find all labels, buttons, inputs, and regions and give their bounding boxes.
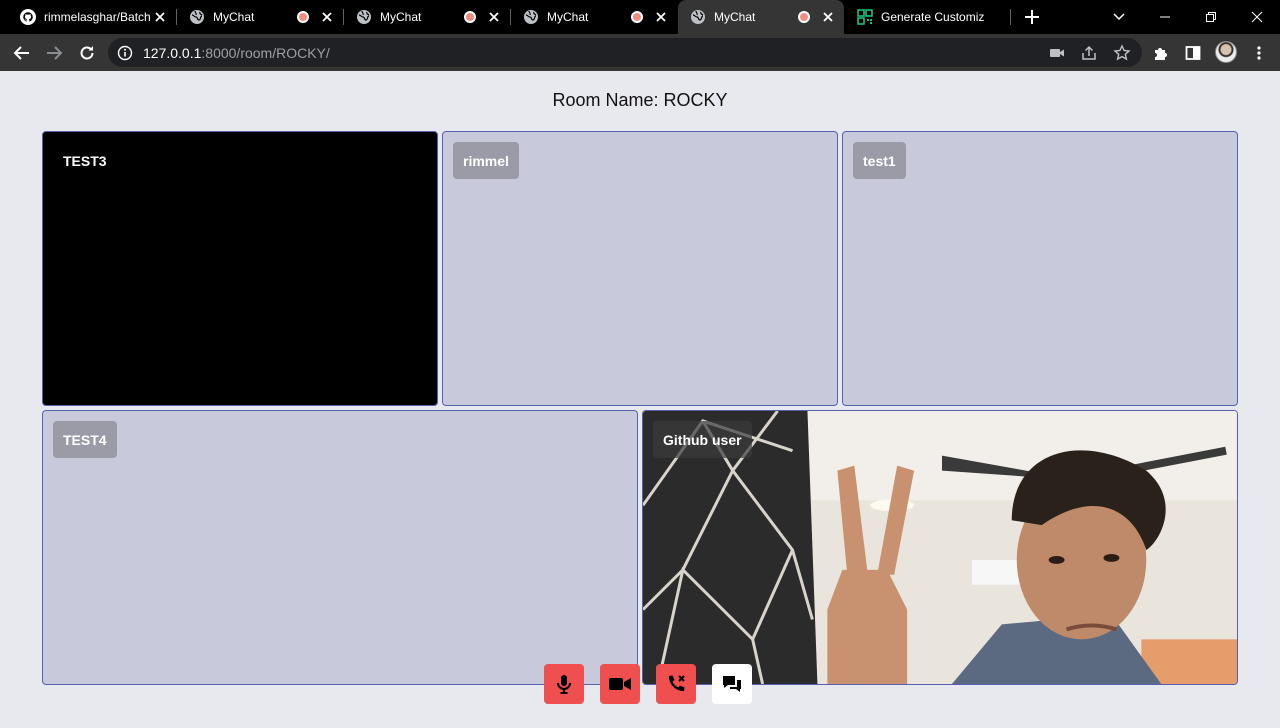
browser-tab-mychat-2[interactable]: MyChat [344,0,510,34]
close-tab-icon[interactable] [653,9,669,25]
recording-indicator-icon [798,11,810,23]
close-icon [1251,11,1263,23]
kebab-menu-icon [1257,46,1261,60]
video-camera-icon [609,678,631,690]
chat-toggle-button[interactable] [712,664,752,704]
browser-tab-mychat-active[interactable]: MyChat [678,0,844,34]
microphone-icon [557,675,571,694]
reload-button[interactable] [73,39,101,67]
microphone-toggle-button[interactable] [544,664,584,704]
end-call-icon [668,675,685,692]
chat-icon [723,676,741,692]
tab-search-button[interactable] [1096,0,1142,34]
participant-name: rimmel [453,142,519,179]
participant-tile-test1: test1 [842,131,1238,406]
tab-title: MyChat [380,10,422,24]
close-tab-icon[interactable] [486,9,502,25]
recording-indicator-icon [464,11,476,23]
qr-code-icon [857,9,873,25]
tab-title: Generate Customiz [881,10,985,24]
browser-menu-button[interactable] [1245,39,1273,67]
close-window-button[interactable] [1234,0,1280,34]
arrow-right-icon [47,46,63,60]
address-bar[interactable]: 127.0.0.1:8000/room/ROCKY/ [108,38,1142,67]
leave-call-button[interactable] [656,664,696,704]
restore-button[interactable] [1188,0,1234,34]
browser-tab-mychat-3[interactable]: MyChat [511,0,677,34]
participant-tile-rimmel: rimmel [442,131,838,406]
browser-tab-strip: rimmelasghar/Batch MyChat MyChat MyChat … [0,0,1280,34]
arrow-left-icon [13,46,29,60]
profile-avatar[interactable] [1215,41,1237,63]
new-tab-icon[interactable] [1022,7,1042,27]
globe-icon [524,10,538,24]
camera-in-use-icon[interactable] [1048,44,1066,62]
close-tab-icon[interactable] [152,9,168,25]
room-title: Room Name: ROCKY [552,90,728,110]
restore-icon [1206,12,1216,22]
github-icon [20,9,36,25]
info-icon[interactable] [117,45,133,61]
close-tab-icon[interactable] [820,9,836,25]
globe-icon [357,10,371,24]
tab-separator [1010,9,1011,25]
browser-tab-github[interactable]: rimmelasghar/Batch [8,0,176,34]
close-tab-icon[interactable] [319,9,335,25]
forward-button[interactable] [40,39,68,67]
browser-tab-qr-generator[interactable]: Generate Customiz [845,0,1011,34]
reload-icon [80,46,94,60]
tab-title: MyChat [213,10,255,24]
minimize-button[interactable] [1142,0,1188,34]
tab-title: rimmelasghar/Batch [44,10,151,24]
participant-name: TEST4 [53,421,117,458]
minimize-icon [1160,16,1170,18]
participant-tile-test4: TEST4 [42,410,638,685]
browser-toolbar: 127.0.0.1:8000/room/ROCKY/ [0,34,1280,71]
side-panel-icon [1185,46,1201,60]
globe-icon [190,10,204,24]
url-path: :8000/room/ROCKY/ [201,45,330,61]
participant-name: Github user [653,421,752,458]
side-panel-button[interactable] [1179,39,1207,67]
participant-name: test1 [853,142,906,179]
participant-tile-test3: TEST3 [42,131,438,406]
back-button[interactable] [8,39,36,67]
url-host: 127.0.0.1 [143,45,202,61]
extensions-button[interactable] [1147,39,1175,67]
participant-name: TEST3 [63,152,107,169]
globe-icon [691,10,705,24]
tab-title: MyChat [547,10,589,24]
chevron-down-icon [1113,13,1125,21]
share-icon[interactable] [1080,44,1098,62]
url-text: 127.0.0.1:8000/room/ROCKY/ [143,45,330,61]
camera-toggle-button[interactable] [600,664,640,704]
recording-indicator-icon [631,11,643,23]
browser-tab-mychat-1[interactable]: MyChat [177,0,343,34]
participant-tile-github-user: Github user [642,410,1238,685]
bookmark-star-icon[interactable] [1113,44,1131,62]
recording-indicator-icon [297,11,309,23]
puzzle-icon [1155,48,1167,60]
tab-title: MyChat [714,10,756,24]
